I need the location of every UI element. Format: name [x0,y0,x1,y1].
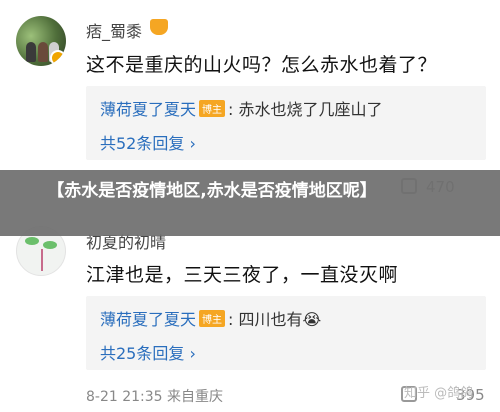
verified-badge-icon [50,50,66,66]
avatar[interactable] [16,16,66,66]
author-tag: 博主 [199,310,226,327]
comment-username[interactable]: 痞_蜀黍 [86,18,142,42]
reply-line: 薄荷夏了夏天 博主: 赤水也烧了几座山了 [100,96,383,120]
reply-box: 薄荷夏了夏天 博主: 四川也有😭 共25条回复 › [86,296,486,370]
stem-shape [41,249,43,271]
title-banner: 【赤水是否疫情地区,赤水是否疫情地区呢】 [0,170,500,236]
watermark: 知乎 @鸽鸽 [404,386,474,401]
reply-count-link[interactable]: 共25条回复 › [100,340,196,364]
reply-text: 赤水也烧了几座山了 [238,100,383,119]
avatar-figure [38,42,48,62]
reply-author[interactable]: 薄荷夏了夏天 [100,310,196,329]
reply-count-link[interactable]: 共52条回复 › [100,130,196,154]
comment-text: 这不是重庆的山火吗？怎么赤水也着了？ [86,54,438,76]
comment-meta: 8-21 21:35 来自重庆 [86,389,224,405]
reply-line: 薄荷夏了夏天 博主: 四川也有😭 [100,306,321,330]
banner-title: 【赤水是否疫情地区,赤水是否疫情地区呢】 [47,181,377,201]
reply-count-label: 共25条回复 [100,344,185,363]
comment-text: 江津也是，三天三夜了，一直没灭啊 [86,264,399,286]
avatar-figure [26,42,36,62]
author-tag: 博主 [199,100,226,117]
reply-text: 四川也有😭 [238,310,322,329]
reply-text-prefix: : [228,310,239,329]
reply-box: 薄荷夏了夏天 博主: 赤水也烧了几座山了 共52条回复 › [86,86,486,160]
reply-author[interactable]: 薄荷夏了夏天 [100,100,196,119]
reply-count-label: 共52条回复 [100,134,185,153]
crown-icon [150,19,168,35]
chevron-right-icon: › [189,134,196,153]
reply-text-prefix: : [228,100,239,119]
leaf-shape [43,241,57,249]
chevron-right-icon: › [189,344,196,363]
leaf-shape [25,237,39,245]
